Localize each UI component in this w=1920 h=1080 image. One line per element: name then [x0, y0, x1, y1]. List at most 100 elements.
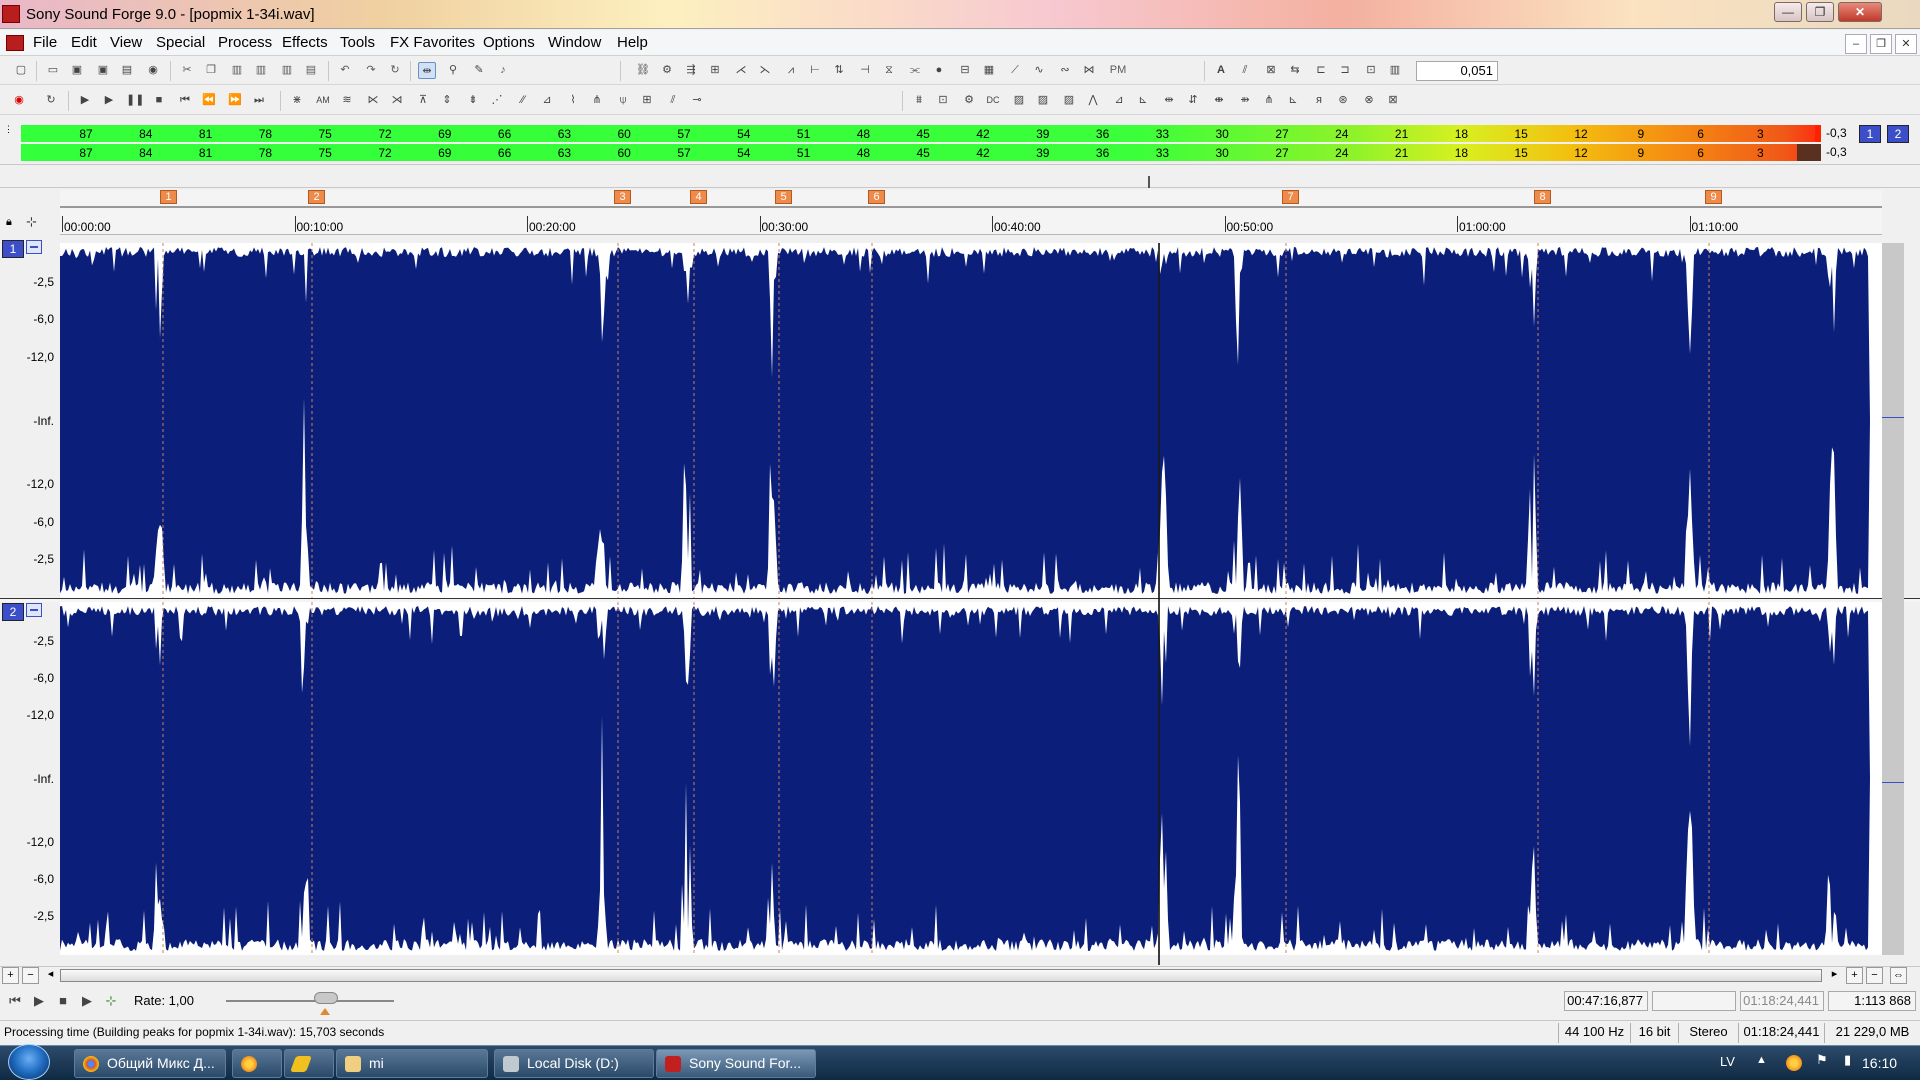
chorus-icon[interactable]: ≋ [338, 92, 356, 109]
doc-minimize-button[interactable]: – [1845, 34, 1867, 54]
dc-icon[interactable]: DC [984, 92, 1002, 109]
scale-icon[interactable]: ⫽ [1236, 62, 1254, 79]
marker-3[interactable]: 3 [614, 190, 631, 204]
eq-icon[interactable]: ⇕ [438, 92, 456, 109]
loop-playback-icon[interactable]: ↻ [42, 92, 60, 109]
resample-icon[interactable]: ⊟ [956, 62, 974, 79]
transport-play-cursor-icon[interactable]: ▶ [32, 994, 46, 1008]
maximize-button[interactable]: ❐ [1806, 2, 1834, 22]
graphic-fade-icon[interactable]: ⩘ [782, 62, 800, 79]
menu-special[interactable]: Special [156, 34, 205, 51]
paste-special-icon[interactable]: ▥ [252, 62, 270, 79]
pan-envelope-icon[interactable]: ⋔ [1260, 92, 1278, 109]
paragraphic-eq-icon[interactable]: ▨ [1034, 92, 1052, 109]
doc-restore-button[interactable]: ❐ [1870, 34, 1892, 54]
dc-offset-icon[interactable]: ⊞ [706, 62, 724, 79]
delay-icon[interactable]: ⋉ [364, 92, 382, 109]
snap-icon[interactable]: ⊠ [1262, 62, 1280, 79]
meter-channel-2-button[interactable]: 2 [1887, 125, 1909, 143]
bit-depth-icon[interactable]: ▦ [980, 62, 998, 79]
grid-icon[interactable]: ▥ [1386, 62, 1404, 79]
properties-icon[interactable]: ◉ [144, 62, 162, 79]
vertical-scroll-gutter[interactable] [1882, 243, 1904, 955]
zoom-full-icon[interactable]: ⇔ [1890, 967, 1907, 984]
analyze-icon[interactable]: ⊾ [1284, 92, 1302, 109]
task-sound-forge[interactable]: Sony Sound For... [656, 1049, 816, 1078]
playlist-icon[interactable]: ⊡ [1362, 62, 1380, 79]
open-icon[interactable]: ▭ [44, 62, 62, 79]
cursor-time-field[interactable]: 00:47:16,877 [1564, 991, 1648, 1011]
invert-icon[interactable]: ⇅ [830, 62, 848, 79]
tray-volume-icon[interactable]: ▮ [1844, 1052, 1851, 1068]
repeat-icon[interactable]: ↻ [386, 62, 404, 79]
flange-icon[interactable]: ⇟ [464, 92, 482, 109]
parametric-eq-icon[interactable]: ▨ [1060, 92, 1078, 109]
noise-icon[interactable]: ⋈ [1080, 62, 1098, 79]
scroll-right-icon[interactable]: ▸ [1826, 967, 1843, 984]
transport-stop-icon[interactable]: ■ [56, 994, 70, 1008]
play-icon[interactable]: ▶ [100, 92, 118, 109]
menu-file[interactable]: File [33, 34, 57, 51]
zoom-ratio-field[interactable]: 1:113 868 [1828, 991, 1916, 1011]
crop-icon[interactable]: ▤ [302, 62, 320, 79]
marker-2[interactable]: 2 [308, 190, 325, 204]
region-icon[interactable]: ⊏ [1312, 62, 1330, 79]
marker-5[interactable]: 5 [775, 190, 792, 204]
cut-icon[interactable]: ✂ [178, 62, 196, 79]
plugin-chain-icon[interactable]: ⛓ [634, 62, 652, 79]
minimize-button[interactable]: — [1774, 2, 1802, 22]
tray-flag-icon[interactable]: ⚑ [1816, 1052, 1828, 1068]
snap-to-icon[interactable]: ⊹ [26, 214, 37, 230]
new-file-icon[interactable]: ▢ [12, 62, 30, 79]
batch-icon[interactable]: ⊡ [934, 92, 952, 109]
am-icon[interactable]: AM [314, 92, 332, 109]
volume-icon[interactable]: ⊸ [688, 92, 706, 109]
channel-icon[interactable]: ⇻ [1236, 92, 1254, 109]
scroll-thumb[interactable] [60, 969, 1822, 982]
rewind-icon[interactable]: ⏪ [200, 92, 218, 109]
transport-scrub-icon[interactable]: ⊹ [104, 994, 118, 1008]
smooth-icon[interactable]: ∿ [1030, 62, 1048, 79]
paste-icon[interactable]: ▥ [228, 62, 246, 79]
marker-icon[interactable]: ⊐ [1336, 62, 1354, 79]
text-tool-icon[interactable]: A [1212, 62, 1230, 79]
channel-mode[interactable]: Stereo [1678, 1023, 1738, 1043]
time-stretch-icon[interactable]: ⇹ [1160, 92, 1178, 109]
event-tool-icon[interactable]: ♪ [494, 62, 512, 79]
zoom-field[interactable]: 0,051 [1416, 61, 1498, 81]
envelope-icon[interactable]: ⊼ [414, 92, 432, 109]
menu-edit[interactable]: Edit [71, 34, 97, 51]
marker-1[interactable]: 1 [160, 190, 177, 204]
resonant-filter-icon[interactable]: ⋔ [588, 92, 606, 109]
magnify-tool-icon[interactable]: ⚲ [444, 62, 462, 79]
reverse-icon[interactable]: ∾ [1056, 62, 1074, 79]
marker-6[interactable]: 6 [868, 190, 885, 204]
insert-silence-icon[interactable]: ⊢ [806, 62, 824, 79]
channel-converter-icon[interactable]: ⇶ [682, 62, 700, 79]
fx-icon[interactable]: ⚙ [658, 62, 676, 79]
selection-length-field[interactable] [1652, 991, 1736, 1011]
go-to-end-icon[interactable]: ⏭ [250, 92, 268, 109]
task-chrome[interactable]: Общий Микс Д... [74, 1049, 226, 1078]
transport-start-icon[interactable]: ⏮ [8, 994, 22, 1008]
font-icon[interactable]: я [1310, 92, 1328, 109]
smear-icon[interactable]: ⫽ [664, 92, 682, 109]
channel-2-minimize-icon[interactable] [26, 603, 42, 617]
noise-reduction-icon[interactable]: ⊛ [1334, 92, 1352, 109]
pause-icon[interactable]: ❚❚ [126, 92, 144, 109]
multiband-icon[interactable]: ⋀ [1084, 92, 1102, 109]
record-icon[interactable]: ◉ [10, 92, 28, 109]
menu-options[interactable]: Options [483, 34, 535, 51]
marker-9[interactable]: 9 [1705, 190, 1722, 204]
document-icon[interactable] [6, 35, 24, 51]
bit-depth[interactable]: 16 bit [1630, 1023, 1678, 1043]
gapper-icon[interactable]: ⋰ [488, 92, 506, 109]
lock-icon[interactable]: 🔒︎ [6, 216, 12, 229]
save-as-icon[interactable]: ▣ [94, 62, 112, 79]
channel-2-button[interactable]: 2 [2, 603, 24, 621]
info-icon[interactable]: ● [930, 62, 948, 79]
marker-7[interactable]: 7 [1282, 190, 1299, 204]
compressor-icon[interactable]: ⊾ [1134, 92, 1152, 109]
fade-out-icon[interactable]: ⋋ [756, 62, 774, 79]
normalize-icon[interactable]: ⧖ [880, 62, 898, 79]
